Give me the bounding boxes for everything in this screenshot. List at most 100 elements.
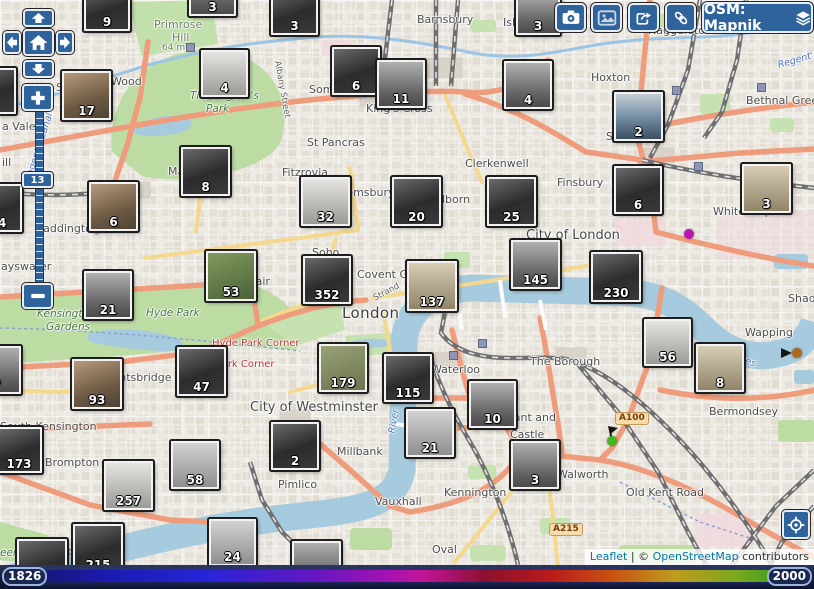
photo-marker[interactable]: 2 — [614, 92, 663, 141]
arrow-left-icon — [5, 33, 19, 52]
marker-count: 3 — [744, 197, 789, 211]
marker-count: 173 — [0, 457, 40, 471]
layer-label: OSM: Mapnik — [704, 2, 789, 34]
locate-icon — [786, 515, 806, 535]
camera-icon — [560, 8, 582, 28]
marker-count: 11 — [379, 92, 423, 106]
photo-marker[interactable]: 7 — [0, 346, 21, 394]
photo-marker[interactable]: 58 — [171, 441, 219, 489]
image-button[interactable] — [591, 3, 622, 32]
attribution-separator: | — [631, 550, 635, 563]
marker-count: 93 — [74, 393, 120, 407]
photo-marker[interactable]: 32 — [301, 177, 350, 226]
photo-marker[interactable]: 56 — [644, 319, 691, 366]
photo-marker[interactable]: 21 — [406, 409, 454, 457]
photo-marker[interactable]: 17 — [62, 71, 111, 120]
zoom-in-button[interactable] — [22, 84, 53, 111]
photo-marker[interactable]: 115 — [384, 354, 432, 402]
marker-count: 3 — [191, 0, 234, 14]
photo-marker[interactable]: 10 — [469, 381, 516, 428]
marker-count: 56 — [646, 350, 689, 364]
osm-link[interactable]: OpenStreetMap — [653, 550, 739, 563]
timeline-start-handle[interactable]: 1826 — [2, 567, 47, 586]
marker-count: 137 — [409, 295, 455, 309]
marker-count: 24 — [211, 550, 254, 564]
marker-count: 10 — [471, 412, 514, 426]
photo-marker[interactable]: 24 — [209, 519, 256, 566]
zoom-out-button[interactable] — [22, 283, 53, 309]
photo-marker[interactable]: 3 — [742, 164, 791, 213]
share-icon — [633, 8, 655, 28]
photo-marker[interactable]: 6 — [614, 166, 662, 214]
photo-marker[interactable]: 137 — [407, 261, 457, 311]
link-button[interactable] — [665, 3, 696, 32]
camera-button[interactable] — [555, 3, 586, 32]
marker-count: 2 — [273, 454, 317, 468]
pan-down-button[interactable] — [23, 60, 54, 78]
marker-count: 257 — [106, 494, 151, 508]
photo-marker[interactable]: 53 — [206, 251, 256, 301]
locate-button[interactable] — [782, 510, 810, 539]
arrow-right-icon — [58, 33, 72, 52]
photo-marker[interactable]: 6 — [89, 182, 138, 231]
photo-marker[interactable]: 93 — [72, 359, 122, 409]
marker-count: 53 — [208, 285, 254, 299]
pan-up-button[interactable] — [23, 9, 54, 27]
attribution: Leaflet | © OpenStreetMap contributors — [585, 549, 814, 565]
photo-marker[interactable]: 5 — [0, 68, 16, 114]
photo-marker[interactable]: 3 — [511, 441, 559, 489]
pan-left-button[interactable] — [3, 31, 21, 54]
leaflet-link[interactable]: Leaflet — [590, 550, 627, 563]
photo-marker[interactable]: 21 — [84, 271, 132, 319]
marker-count: 32 — [303, 210, 348, 224]
photo-marker[interactable]: 4 — [201, 50, 248, 97]
photo-marker[interactable]: 47 — [177, 347, 226, 396]
photo-marker[interactable]: 3 — [189, 0, 236, 16]
photo-marker[interactable]: 6 — [332, 47, 380, 95]
marker-count: 4 — [203, 81, 246, 95]
photo-marker[interactable]: 9 — [84, 0, 130, 31]
home-button[interactable] — [23, 29, 54, 56]
photo-marker[interactable]: 257 — [104, 461, 153, 510]
map-application: BarnsburyIslingtonHaggerstonHoxtonBethna… — [0, 0, 814, 589]
marker-count: 145 — [513, 273, 558, 287]
marker-count: 2 — [616, 125, 661, 139]
photo-marker[interactable]: 11 — [377, 60, 425, 108]
layer-control[interactable]: OSM: Mapnik — [702, 2, 813, 33]
photo-marker[interactable]: 8 — [696, 344, 744, 392]
marker-count: 20 — [394, 210, 439, 224]
photo-marker[interactable]: 20 — [392, 177, 441, 226]
photo-marker[interactable]: 145 — [511, 240, 560, 289]
photo-marker[interactable]: 8 — [181, 147, 230, 196]
photo-marker[interactable]: 3 — [516, 0, 560, 35]
photo-marker[interactable]: 24 — [0, 184, 22, 232]
timeline-track[interactable] — [14, 570, 800, 582]
copyright-symbol: © — [638, 550, 649, 563]
contributors-text: contributors — [742, 550, 809, 563]
timeline-end-handle[interactable]: 2000 — [767, 567, 812, 586]
photo-marker[interactable]: 352 — [303, 256, 351, 304]
marker-count: 8 — [698, 376, 742, 390]
photo-marker[interactable]: 3 — [271, 0, 318, 35]
marker-count: 9 — [86, 15, 128, 29]
marker-count: 3 — [273, 19, 316, 33]
marker-count: 17 — [64, 104, 109, 118]
marker-count: 3 — [518, 19, 558, 33]
marker-count: 21 — [86, 303, 130, 317]
photo-marker[interactable]: 179 — [319, 344, 367, 392]
marker-count: 58 — [173, 473, 217, 487]
photo-marker[interactable]: 2 — [271, 422, 319, 470]
marker-count: 352 — [305, 288, 349, 302]
marker-count: 6 — [91, 215, 136, 229]
share-button[interactable] — [628, 3, 659, 32]
zoom-slider-track[interactable] — [35, 111, 44, 283]
marker-count: 5 — [0, 98, 14, 112]
zoom-slider-handle[interactable]: 13 — [22, 172, 53, 188]
marker-count: 3 — [513, 473, 557, 487]
pan-right-button[interactable] — [56, 31, 74, 54]
photo-marker[interactable]: 173 — [0, 427, 42, 473]
photo-marker[interactable]: 4 — [504, 61, 552, 109]
photo-marker[interactable]: 25 — [487, 177, 536, 226]
marker-count: 25 — [489, 210, 534, 224]
photo-marker[interactable]: 230 — [591, 252, 641, 302]
